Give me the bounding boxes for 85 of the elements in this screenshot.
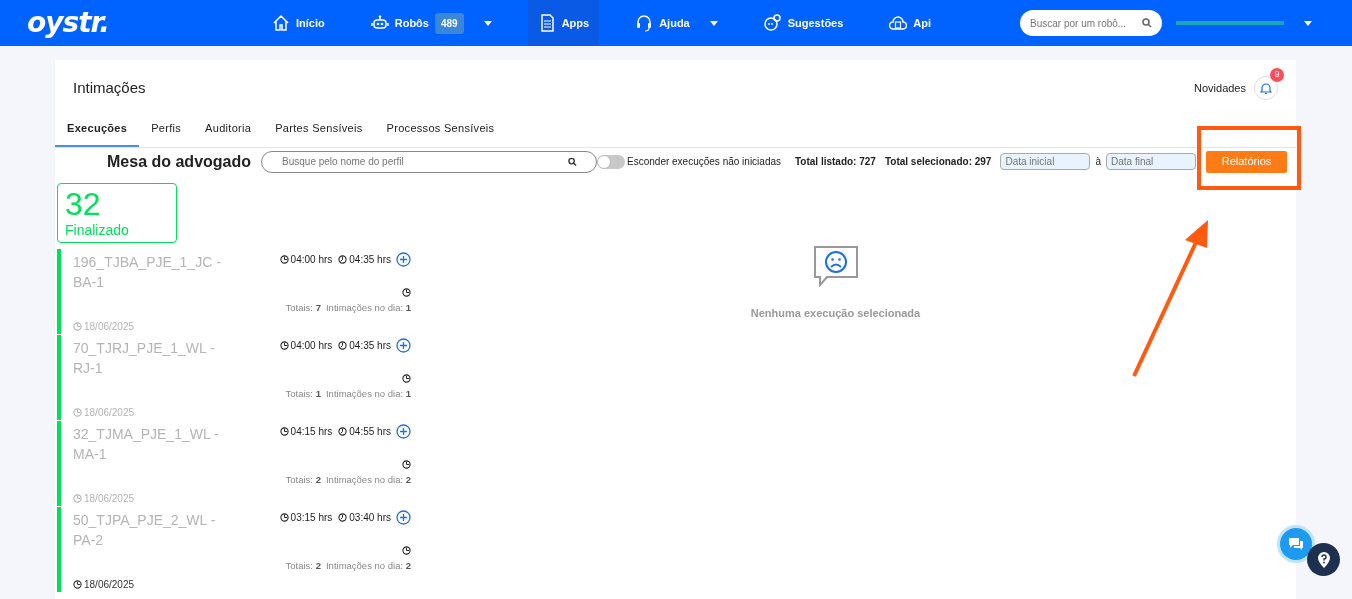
tab[interactable]: Partes Sensíveis: [263, 114, 375, 147]
clock-icon: [73, 579, 82, 589]
search-icon: [568, 157, 578, 166]
chat-icon: [1288, 537, 1304, 551]
clock-icon: [338, 426, 348, 436]
status-count: 32: [65, 187, 102, 220]
nav-link[interactable]: Sugestões: [753, 0, 854, 46]
nav-link[interactable]: Api: [879, 0, 942, 46]
clock-icon: [73, 493, 82, 503]
execution-date: 18/06/2025: [73, 404, 223, 420]
execution-card[interactable]: 196_TJBA_PJE_1_JC - BA-1 18/06/2025 04:00 hrs 04:35 hrs Totais: 7 Intimações no dia: 1: [57, 248, 415, 334]
start-time: 04:15 hrs: [290, 424, 333, 439]
execution-totals: Totais: 7 Intimações no dia: 1: [285, 300, 411, 315]
total-selected: Total selecionado: 297: [884, 155, 992, 169]
execution-date: 18/06/2025: [73, 576, 223, 592]
toggle-switch[interactable]: [597, 154, 626, 169]
add-icon[interactable]: [396, 251, 411, 267]
clock-icon: [73, 407, 82, 417]
clock-icon: [279, 426, 289, 436]
execution-totals: Totais: 2 Intimações no dia: 2: [285, 472, 411, 487]
profile-name: 50_TJPA_PJE_2_WL - PA-2: [73, 510, 217, 550]
tab[interactable]: Auditoria: [193, 114, 264, 147]
empty-message: Nenhuma execução selecionada: [750, 305, 921, 321]
start-time: 04:00 hrs: [290, 252, 333, 267]
add-icon[interactable]: [396, 423, 411, 439]
page-title: Intimações: [73, 77, 146, 98]
section-heading: Mesa do advogado: [107, 151, 252, 172]
toggle-label: Esconder execuções não iniciadas: [627, 155, 781, 169]
clock-icon: [402, 287, 411, 297]
end-time: 04:35 hrs: [349, 338, 391, 353]
execution-totals: Totais: 2 Intimações no dia: 2: [285, 558, 411, 573]
clock-icon: [338, 254, 348, 264]
count-badge: 489: [434, 12, 464, 34]
cloud-icon: [889, 14, 908, 32]
add-icon[interactable]: [396, 337, 411, 353]
notification-count: 9: [1270, 68, 1284, 82]
nav-link[interactable]: Apps: [527, 0, 600, 46]
add-icon[interactable]: [396, 509, 411, 525]
profile-name: 32_TJMA_PJE_1_WL - MA-1: [73, 424, 220, 464]
clock-icon: [279, 512, 289, 522]
execution-date: 18/06/2025: [73, 490, 223, 506]
home-icon: [272, 14, 290, 32]
clock-icon: [338, 512, 348, 522]
nav-link[interactable]: Robôs 489: [360, 0, 502, 46]
date-separator: à: [1095, 155, 1101, 169]
clock-icon: [402, 373, 411, 383]
tab[interactable]: Processos Sensíveis: [374, 114, 507, 147]
clock-icon: [402, 459, 411, 469]
profile-search-field[interactable]: Busque pelo nome do perfil: [261, 150, 598, 173]
logo[interactable]: oystr.: [27, 9, 217, 37]
profile-name: 70_TJRJ_PJE_1_WL - RJ-1: [73, 338, 216, 378]
start-time: 03:15 hrs: [290, 510, 333, 525]
nav-link[interactable]: Início: [262, 0, 335, 46]
execution-card[interactable]: 70_TJRJ_PJE_1_WL - RJ-1 18/06/2025 04:00 hrs 04:35 hrs Totais: 1 Intimações no dia: 1: [57, 334, 415, 420]
end-time: 04:35 hrs: [349, 252, 391, 267]
start-time: 04:00 hrs: [290, 338, 333, 353]
clock-icon: [402, 545, 411, 555]
search-field[interactable]: Buscar por um robô...: [1020, 10, 1162, 36]
clock-icon: [73, 321, 82, 331]
execution-card[interactable]: 50_TJPA_PJE_2_WL - PA-2 18/06/2025 03:15 hrs 03:40 hrs Totais: 2 Intimações no dia: 2: [57, 506, 415, 592]
headset-icon: [635, 14, 654, 32]
robot-icon: [370, 14, 389, 32]
help-button[interactable]: [1307, 543, 1340, 576]
execution-card[interactable]: 32_TJMA_PJE_1_WL - MA-1 18/06/2025 04:15 hrs 04:55 hrs Totais: 2 Intimações no dia: 2: [57, 420, 415, 506]
bell-icon: [1260, 81, 1272, 95]
total-listed: Total listado: 727: [794, 155, 876, 169]
start-date-field[interactable]: Data inicial: [1000, 153, 1091, 170]
nav-link[interactable]: Ajuda: [625, 0, 728, 46]
end-date-field[interactable]: Data final: [1106, 153, 1196, 170]
sad-message-icon: [812, 244, 859, 287]
execution-totals: Totais: 1 Intimações no dia: 1: [285, 386, 411, 401]
clock-icon: [279, 340, 289, 350]
end-time: 04:55 hrs: [349, 424, 391, 439]
clock-icon: [279, 254, 289, 264]
execution-date: 18/06/2025: [73, 318, 223, 334]
caret-icon[interactable]: [1304, 20, 1312, 26]
clock-icon: [338, 340, 348, 350]
help-icon: [1316, 550, 1331, 569]
search-icon: [1142, 18, 1152, 28]
news-label: Novidades: [1194, 80, 1246, 96]
status-label: Finalizado: [65, 220, 130, 240]
tab[interactable]: Execuções: [55, 114, 140, 147]
profile-name: 196_TJBA_PJE_1_JC - BA-1: [73, 252, 222, 292]
tab[interactable]: Perfis: [139, 114, 194, 147]
end-time: 03:40 hrs: [349, 510, 391, 525]
